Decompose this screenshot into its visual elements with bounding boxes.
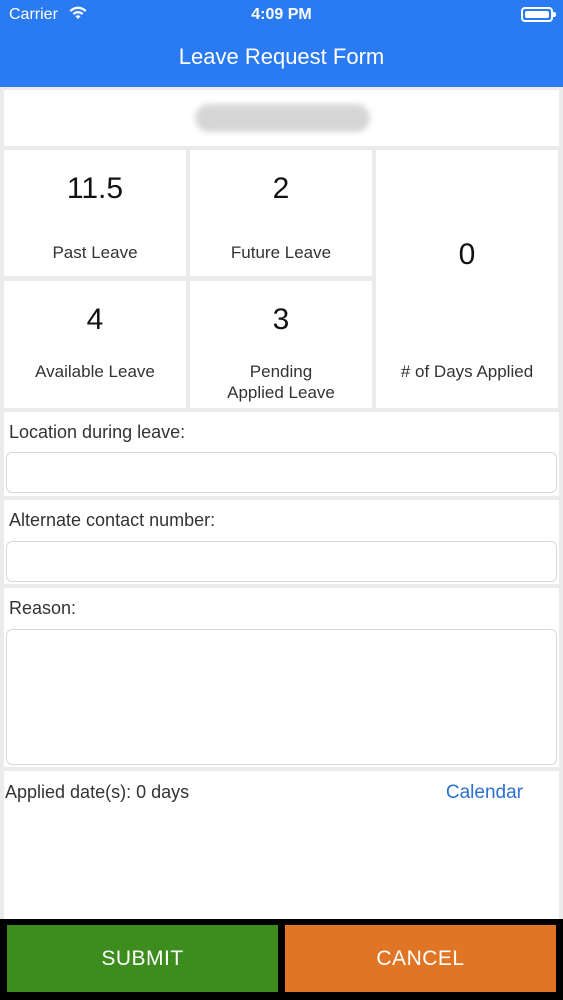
reason-section: Reason: [4,588,559,767]
leave-request-screen: Carrier 4:09 PM Leave Request Form 11.5 … [0,0,563,1000]
stat-label: # of Days Applied [400,362,534,381]
stat-pending-applied-leave: 3 Pending Applied Leave [190,281,372,408]
stat-days-applied: 0 # of Days Applied [376,150,558,408]
reason-textarea[interactable] [6,629,557,765]
stat-value: 11.5 [66,172,124,205]
stat-past-leave: 11.5 Past Leave [4,150,186,276]
stat-future-leave: 2 Future Leave [190,150,372,276]
status-time: 4:09 PM [251,6,312,23]
contact-label: Alternate contact number: [9,510,216,530]
footer-action-bar: SUBMIT CANCEL [0,919,563,1000]
page-title: Leave Request Form [178,44,385,69]
stat-label: Past Leave [52,243,138,262]
contact-input[interactable] [6,541,557,582]
stat-label: Available Leave [35,362,155,381]
stat-value: 4 [86,303,104,336]
applied-dates-section: Applied date(s): 0 days Calendar [4,771,559,919]
applied-dates-label: Applied date(s): 0 days [5,782,190,802]
cancel-button[interactable]: CANCEL [285,925,556,992]
contact-section: Alternate contact number: [4,500,559,584]
location-input[interactable] [6,452,557,493]
submit-button[interactable]: SUBMIT [7,925,278,992]
calendar-link[interactable]: Calendar [446,782,523,804]
location-section: Location during leave: [4,412,559,496]
battery-icon [521,7,556,22]
stat-label-line2: Applied Leave [227,383,335,402]
stat-value: 0 [458,238,476,271]
stat-label: Pending Applied Leave [190,361,372,403]
stat-available-leave: 4 Available Leave [4,281,186,408]
stat-label: Future Leave [230,243,332,262]
header: Carrier 4:09 PM Leave Request Form [0,0,563,87]
employee-name-redacted [195,104,370,132]
stat-value: 2 [272,172,290,205]
stat-label-line1: Pending [249,362,313,381]
reason-label: Reason: [9,598,77,618]
status-bar: Carrier 4:09 PM [0,0,563,30]
location-label: Location during leave: [9,422,186,442]
stat-value: 3 [272,303,290,336]
